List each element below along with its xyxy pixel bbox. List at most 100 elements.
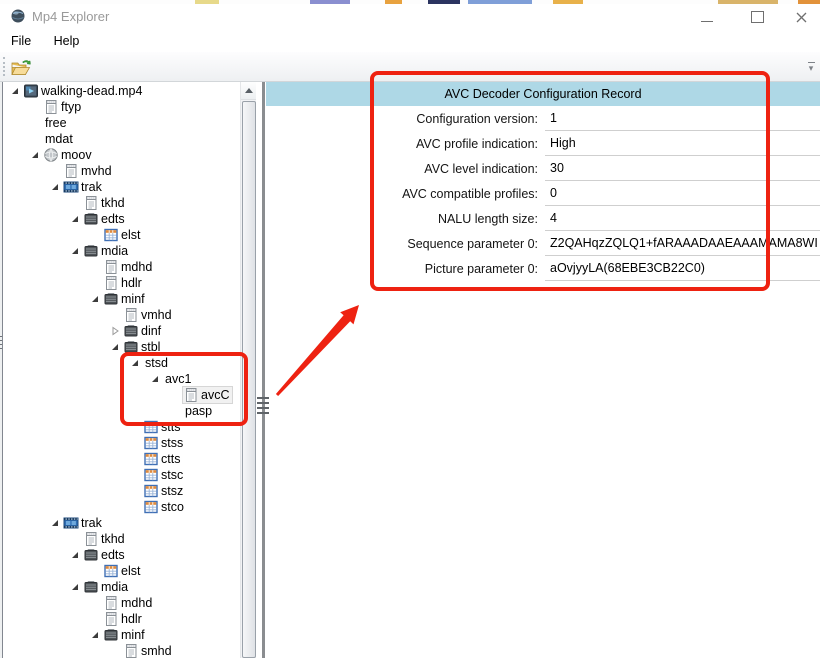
tree-item-edts[interactable]: edts bbox=[3, 547, 241, 563]
expander-expanded-icon[interactable] bbox=[149, 373, 163, 385]
tree-item-content[interactable]: stss bbox=[143, 435, 186, 451]
tree-item-content[interactable]: mdhd bbox=[103, 595, 155, 611]
tree-scrollbar[interactable] bbox=[240, 82, 257, 658]
tree-item-stco[interactable]: stco bbox=[3, 499, 241, 515]
tree-item-content[interactable]: minf bbox=[103, 291, 148, 307]
tree-item-tkhd[interactable]: tkhd bbox=[3, 531, 241, 547]
tree-item-elst[interactable]: elst bbox=[3, 227, 241, 243]
tree-item-content[interactable]: elst bbox=[103, 563, 143, 579]
toolbar-grip[interactable] bbox=[3, 57, 5, 76]
toolbar-overflow-button[interactable]: ▾ bbox=[804, 60, 818, 76]
tree-item-content[interactable]: moov bbox=[43, 147, 95, 163]
field-value-input[interactable]: aOvjyyLA(68EBE3CB22C0) bbox=[545, 257, 820, 281]
expander-expanded-icon[interactable] bbox=[69, 549, 83, 561]
tree-item-content[interactable]: free bbox=[43, 115, 70, 131]
maximize-button[interactable] bbox=[738, 4, 776, 30]
tree-item-content[interactable]: stco bbox=[143, 499, 187, 515]
tree-item-content[interactable]: avcC bbox=[183, 387, 232, 403]
expander-expanded-icon[interactable] bbox=[129, 357, 143, 369]
tree-item-tkhd[interactable]: tkhd bbox=[3, 195, 241, 211]
expander-expanded-icon[interactable] bbox=[49, 181, 63, 193]
tree-item-content[interactable]: avc1 bbox=[163, 371, 194, 387]
tree-item-minf[interactable]: minf bbox=[3, 627, 241, 643]
tree-item-edts[interactable]: edts bbox=[3, 211, 241, 227]
tree-item-content[interactable]: vmhd bbox=[123, 307, 175, 323]
tree-item-content[interactable]: tkhd bbox=[83, 195, 128, 211]
tree-item-stbl[interactable]: stbl bbox=[3, 339, 241, 355]
tree-item-content[interactable]: walking-dead.mp4 bbox=[23, 83, 145, 99]
field-value-input[interactable]: 30 bbox=[545, 157, 820, 181]
field-value-input[interactable]: 4 bbox=[545, 207, 820, 231]
tree-item-mdat[interactable]: mdat bbox=[3, 131, 241, 147]
tree-item-elst[interactable]: elst bbox=[3, 563, 241, 579]
tree-item-content[interactable]: edts bbox=[83, 211, 128, 227]
tree-item-trak[interactable]: trak bbox=[3, 179, 241, 195]
tree-item-stsc[interactable]: stsc bbox=[3, 467, 241, 483]
field-value-input[interactable]: Z2QAHqzZQLQ1+fARAAADAAEAAAMAMA8WI bbox=[545, 232, 820, 256]
splitter-grip[interactable] bbox=[257, 397, 269, 417]
field-value-input[interactable]: 1 bbox=[545, 107, 820, 131]
expander-expanded-icon[interactable] bbox=[69, 213, 83, 225]
minimize-button[interactable] bbox=[688, 4, 726, 30]
expander-expanded-icon[interactable] bbox=[29, 149, 43, 161]
tree-item-content[interactable]: mdia bbox=[83, 243, 131, 259]
tree-item-dinf[interactable]: dinf bbox=[3, 323, 241, 339]
tree-item-smhd[interactable]: smhd bbox=[3, 643, 241, 658]
tree-item-content[interactable]: stsz bbox=[143, 483, 186, 499]
tree-item-ctts[interactable]: ctts bbox=[3, 451, 241, 467]
tree-item-content[interactable]: stsc bbox=[143, 467, 186, 483]
tree-item-content[interactable]: mvhd bbox=[63, 163, 115, 179]
tree-item-hdlr[interactable]: hdlr bbox=[3, 275, 241, 291]
menu-item-help[interactable]: Help bbox=[45, 30, 89, 52]
expander-expanded-icon[interactable] bbox=[89, 629, 103, 641]
tree-item-content[interactable]: ftyp bbox=[43, 99, 84, 115]
tree-item-ftyp[interactable]: ftyp bbox=[3, 99, 241, 115]
menu-item-file[interactable]: File bbox=[2, 30, 40, 52]
expander-expanded-icon[interactable] bbox=[69, 245, 83, 257]
tree-item-content[interactable]: mdhd bbox=[103, 259, 155, 275]
tree-item-content[interactable]: stsd bbox=[143, 355, 171, 371]
tree-item-stsd[interactable]: stsd bbox=[3, 355, 241, 371]
open-file-button[interactable] bbox=[8, 55, 34, 79]
tree-item-content[interactable]: tkhd bbox=[83, 531, 128, 547]
tree-item-mdhd[interactable]: mdhd bbox=[3, 259, 241, 275]
tree-item-stsz[interactable]: stsz bbox=[3, 483, 241, 499]
tree-item-stss[interactable]: stss bbox=[3, 435, 241, 451]
tree-item-free[interactable]: free bbox=[3, 115, 241, 131]
tree-item-hdlr[interactable]: hdlr bbox=[3, 611, 241, 627]
tree-item-content[interactable]: minf bbox=[103, 627, 148, 643]
tree-item-content[interactable]: pasp bbox=[183, 403, 215, 419]
expander-expanded-icon[interactable] bbox=[49, 517, 63, 529]
tree-item-avcC[interactable]: avcC bbox=[3, 387, 241, 403]
tree-item-trak[interactable]: trak bbox=[3, 515, 241, 531]
tree-item-content[interactable]: smhd bbox=[123, 643, 175, 658]
tree-item-mvhd[interactable]: mvhd bbox=[3, 163, 241, 179]
tree-item-mdia[interactable]: mdia bbox=[3, 243, 241, 259]
tree-item-vmhd[interactable]: vmhd bbox=[3, 307, 241, 323]
field-value-input[interactable]: 0 bbox=[545, 182, 820, 206]
tree-item-mdhd[interactable]: mdhd bbox=[3, 595, 241, 611]
tree-item-content[interactable]: elst bbox=[103, 227, 143, 243]
tree-item-avc1[interactable]: avc1 bbox=[3, 371, 241, 387]
expander-expanded-icon[interactable] bbox=[69, 581, 83, 593]
tree-item-content[interactable]: hdlr bbox=[103, 275, 145, 291]
scrollbar-up-button[interactable] bbox=[241, 82, 257, 100]
expander-collapsed-icon[interactable] bbox=[109, 325, 123, 337]
tree-item-content[interactable]: mdia bbox=[83, 579, 131, 595]
scrollbar-thumb[interactable] bbox=[242, 101, 256, 658]
tree-item-moov[interactable]: moov bbox=[3, 147, 241, 163]
tree-item-walking-dead.mp4[interactable]: walking-dead.mp4 bbox=[3, 83, 241, 99]
field-value-input[interactable]: High bbox=[545, 132, 820, 156]
tree-item-content[interactable]: edts bbox=[83, 547, 128, 563]
expander-expanded-icon[interactable] bbox=[89, 293, 103, 305]
tree-item-mdia[interactable]: mdia bbox=[3, 579, 241, 595]
tree-item-content[interactable]: trak bbox=[63, 179, 105, 195]
tree-item-minf[interactable]: minf bbox=[3, 291, 241, 307]
tree-item-content[interactable]: mdat bbox=[43, 131, 76, 147]
tree-item-content[interactable]: ctts bbox=[143, 451, 183, 467]
tree-item-pasp[interactable]: pasp bbox=[3, 403, 241, 419]
tree-item-content[interactable]: stbl bbox=[123, 339, 163, 355]
tree-item-content[interactable]: hdlr bbox=[103, 611, 145, 627]
tree-item-content[interactable]: dinf bbox=[123, 323, 164, 339]
tree-item-content[interactable]: trak bbox=[63, 515, 105, 531]
